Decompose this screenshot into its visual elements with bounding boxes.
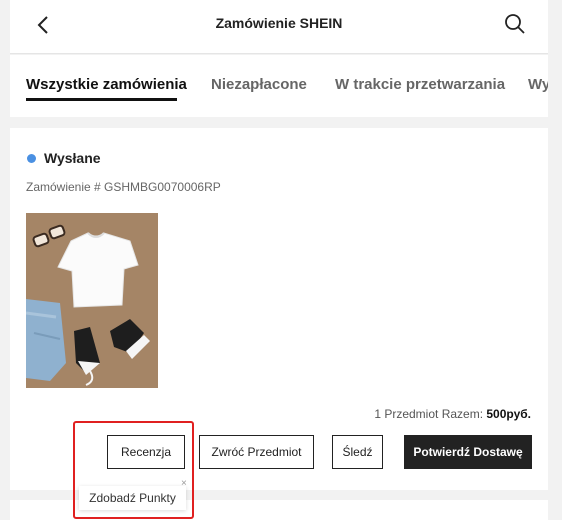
order-status: Wysłane bbox=[27, 150, 101, 166]
status-label: Wysłane bbox=[44, 150, 101, 166]
return-item-button[interactable]: Zwróć Przedmiot bbox=[199, 435, 314, 469]
product-image[interactable] bbox=[26, 213, 158, 388]
total-value: 500руб. bbox=[486, 407, 531, 421]
active-tab-indicator bbox=[26, 98, 177, 101]
order-tabs: Wszystkie zamówienia Niezapłacone W trak… bbox=[10, 55, 548, 117]
order-card: Wysłane Zamówienie # GSHMBG0070006RP 1 P… bbox=[10, 128, 548, 490]
shorts-graphic bbox=[26, 299, 66, 381]
earn-points-tooltip: Zdobadź Punkty bbox=[79, 486, 186, 510]
review-button[interactable]: Recenzja bbox=[107, 435, 185, 469]
order-total: 1 Przedmiot Razem: 500руб. bbox=[374, 407, 531, 421]
track-button[interactable]: Śledź bbox=[332, 435, 383, 469]
order-number: Zamówienie # GSHMBG0070006RP bbox=[26, 180, 221, 194]
tab-shipped[interactable]: Wy bbox=[528, 76, 548, 93]
total-label: 1 Przedmiot Razem: bbox=[374, 407, 487, 421]
status-dot bbox=[27, 153, 36, 163]
tab-processing[interactable]: W trakcie przetwarzania bbox=[335, 76, 505, 93]
confirm-delivery-button[interactable]: Potwierdź Dostawę bbox=[404, 435, 532, 469]
top-bar: Zamówienie SHEIN bbox=[10, 0, 548, 54]
close-icon[interactable]: × bbox=[181, 478, 187, 489]
search-button[interactable] bbox=[502, 11, 528, 37]
search-icon bbox=[505, 14, 525, 34]
tab-unpaid[interactable]: Niezapłacone bbox=[211, 76, 307, 93]
tab-all-orders[interactable]: Wszystkie zamówienia bbox=[26, 76, 187, 93]
page-title: Zamówienie SHEIN bbox=[215, 15, 343, 31]
